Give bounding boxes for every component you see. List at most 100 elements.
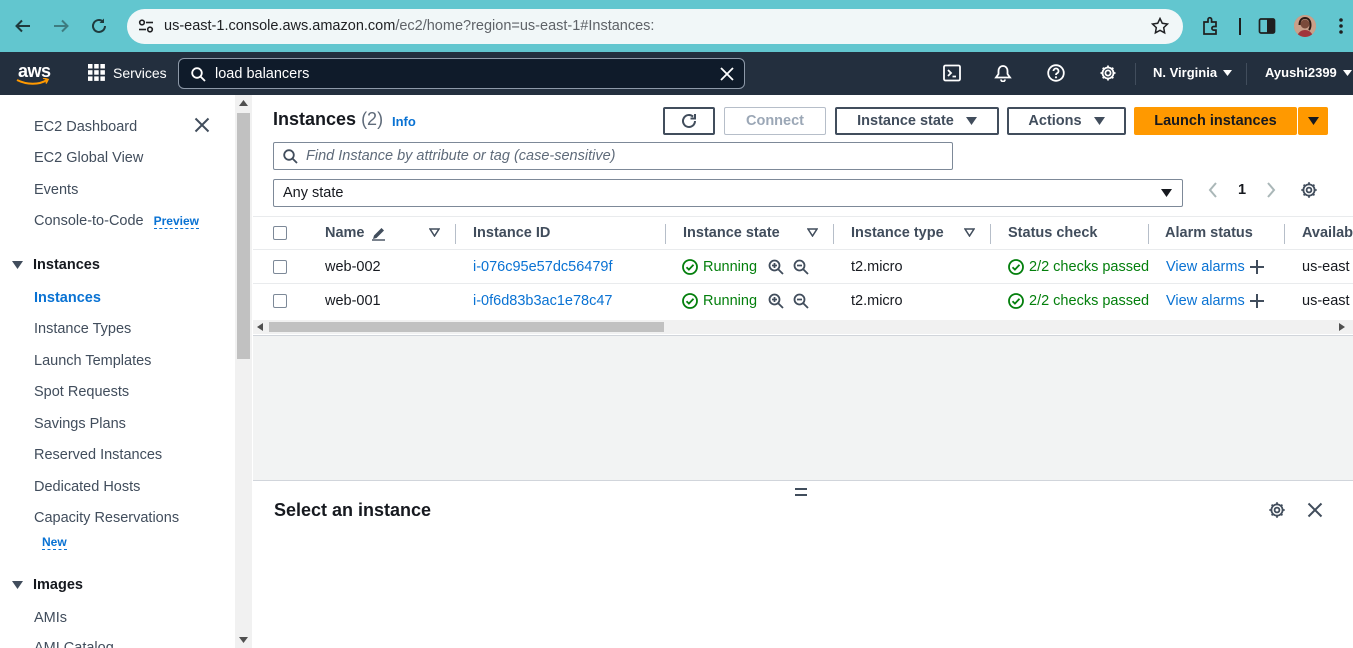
account-menu[interactable]: Ayushi2399	[1265, 65, 1352, 80]
sidebar-scrollbar[interactable]	[235, 95, 252, 648]
notifications-bell-icon[interactable]	[994, 64, 1012, 82]
instance-id-link[interactable]: i-076c95e57dc56479f	[473, 259, 612, 275]
sidebar-item-instance-types[interactable]: Instance Types	[34, 321, 131, 337]
reload-icon[interactable]	[87, 14, 111, 38]
sidebar-item-amis[interactable]: AMIs	[34, 610, 67, 626]
services-search[interactable]	[178, 58, 745, 89]
forward-icon[interactable]	[49, 14, 73, 38]
column-separator[interactable]	[1284, 224, 1285, 244]
column-header-alarm-status[interactable]: Alarm status	[1165, 225, 1253, 241]
actions-dropdown[interactable]: Actions	[1007, 107, 1126, 135]
region-selector[interactable]: N. Virginia	[1153, 65, 1233, 80]
view-alarms-link[interactable]: View alarms	[1166, 259, 1245, 275]
close-sidebar-icon[interactable]	[194, 117, 210, 133]
column-header-name[interactable]: Name	[325, 225, 386, 241]
row-checkbox[interactable]	[273, 260, 287, 274]
connect-button[interactable]: Connect	[724, 107, 826, 135]
split-panel-preferences-gear-icon[interactable]	[1268, 501, 1286, 519]
row-checkbox[interactable]	[273, 294, 287, 308]
launch-instances-button[interactable]: Launch instances	[1134, 107, 1297, 135]
services-menu[interactable]: Services	[88, 64, 167, 81]
instance-id-link[interactable]: i-0f6d83b3ac1e78c47	[473, 293, 612, 309]
settings-gear-icon[interactable]	[1099, 64, 1117, 82]
aws-logo[interactable]: aws	[16, 61, 51, 85]
info-link[interactable]: Info	[392, 114, 416, 129]
details-title: Select an instance	[274, 500, 432, 520]
zoom-in-icon[interactable]	[768, 293, 784, 309]
sidebar-item-savings-plans[interactable]: Savings Plans	[34, 416, 126, 432]
add-alarm-plus-icon[interactable]	[1249, 260, 1264, 274]
extensions-icon[interactable]	[1201, 16, 1221, 36]
checkbox[interactable]	[273, 294, 287, 308]
grid-icon	[88, 64, 105, 81]
state-filter-select[interactable]: Any state	[273, 179, 1183, 207]
column-header-instance-type[interactable]: Instance type	[851, 225, 944, 241]
clear-search-icon[interactable]	[720, 67, 734, 81]
table-row[interactable]: web-001 i-0f6d83b3ac1e78c47 Running t2.m…	[253, 284, 1353, 318]
column-separator[interactable]	[833, 224, 834, 244]
scroll-up-arrow-icon[interactable]	[239, 100, 248, 106]
zoom-out-icon[interactable]	[793, 259, 809, 275]
address-bar[interactable]: us-east-1.console.aws.amazon.com/ec2/hom…	[127, 9, 1183, 44]
site-settings-icon[interactable]	[138, 19, 154, 33]
column-header-status-check[interactable]: Status check	[1008, 225, 1097, 241]
launch-instances-dropdown[interactable]	[1298, 107, 1328, 135]
url-text[interactable]: us-east-1.console.aws.amazon.com/ec2/hom…	[164, 18, 654, 34]
bookmark-star-icon[interactable]	[1151, 17, 1169, 35]
table-row[interactable]: web-002 i-076c95e57dc56479f Running t2.m…	[253, 250, 1353, 284]
sort-caret-icon[interactable]	[807, 228, 818, 237]
add-alarm-plus-icon[interactable]	[1249, 294, 1264, 308]
sidebar-item-capacity-reservations[interactable]: Capacity Reservations	[34, 510, 179, 526]
scroll-right-arrow-icon[interactable]	[1339, 323, 1345, 331]
profile-avatar[interactable]	[1294, 15, 1316, 37]
checkbox[interactable]	[273, 260, 287, 274]
scroll-left-arrow-icon[interactable]	[257, 323, 263, 331]
resize-handle-icon[interactable]	[794, 487, 808, 497]
instance-filter-input[interactable]	[306, 148, 936, 164]
sidebar-section-images[interactable]: Images	[12, 577, 83, 593]
scroll-down-arrow-icon[interactable]	[239, 637, 248, 643]
sort-caret-icon[interactable]	[429, 228, 440, 237]
chevron-left-icon[interactable]	[1208, 182, 1218, 198]
column-header-availability-zone[interactable]: Availab	[1302, 225, 1353, 241]
column-separator[interactable]	[665, 224, 666, 244]
select-all-checkbox[interactable]	[273, 226, 287, 240]
scrollbar-thumb[interactable]	[269, 322, 664, 332]
column-header-instance-state[interactable]: Instance state	[683, 225, 780, 241]
column-header-instance-id[interactable]: Instance ID	[473, 225, 550, 241]
page-number[interactable]: 1	[1238, 182, 1246, 198]
instance-state-dropdown[interactable]: Instance state	[835, 107, 999, 135]
table-horizontal-scrollbar[interactable]	[253, 320, 1353, 334]
sidebar-item-ec2-dashboard[interactable]: EC2 Dashboard	[34, 119, 137, 135]
sidebar-item-spot-requests[interactable]: Spot Requests	[34, 384, 129, 400]
close-split-panel-icon[interactable]	[1307, 502, 1323, 518]
more-menu-icon[interactable]	[1338, 17, 1344, 35]
back-icon[interactable]	[11, 14, 35, 38]
chevron-right-icon[interactable]	[1266, 182, 1276, 198]
side-panel-icon[interactable]	[1258, 17, 1276, 35]
sidebar-item-reserved-instances[interactable]: Reserved Instances	[34, 447, 162, 463]
sidebar-item-dedicated-hosts[interactable]: Dedicated Hosts	[34, 479, 140, 495]
zoom-out-icon[interactable]	[793, 293, 809, 309]
instance-filter[interactable]	[273, 142, 953, 170]
scrollbar-thumb[interactable]	[237, 113, 250, 359]
sidebar-section-instances[interactable]: Instances	[12, 257, 100, 273]
sort-caret-icon[interactable]	[964, 228, 975, 237]
zoom-in-icon[interactable]	[768, 259, 784, 275]
column-separator[interactable]	[455, 224, 456, 244]
view-alarms-link[interactable]: View alarms	[1166, 293, 1245, 309]
checkbox[interactable]	[273, 226, 287, 240]
sidebar-item-console-to-code[interactable]: Console-to-Code Preview	[34, 213, 199, 229]
sidebar-item-ami-catalog[interactable]: AMI Catalog	[34, 640, 114, 648]
refresh-button[interactable]	[663, 107, 715, 135]
help-icon[interactable]	[1047, 64, 1065, 82]
cloudshell-icon[interactable]	[943, 64, 961, 82]
column-separator[interactable]	[990, 224, 991, 244]
column-separator[interactable]	[1148, 224, 1149, 244]
table-preferences-gear-icon[interactable]	[1300, 181, 1318, 199]
sidebar-item-events[interactable]: Events	[34, 182, 78, 198]
sidebar-item-launch-templates[interactable]: Launch Templates	[34, 353, 151, 369]
services-search-input[interactable]	[215, 64, 695, 84]
sidebar-item-instances[interactable]: Instances	[34, 290, 101, 306]
sidebar-item-ec2-global-view[interactable]: EC2 Global View	[34, 150, 143, 166]
